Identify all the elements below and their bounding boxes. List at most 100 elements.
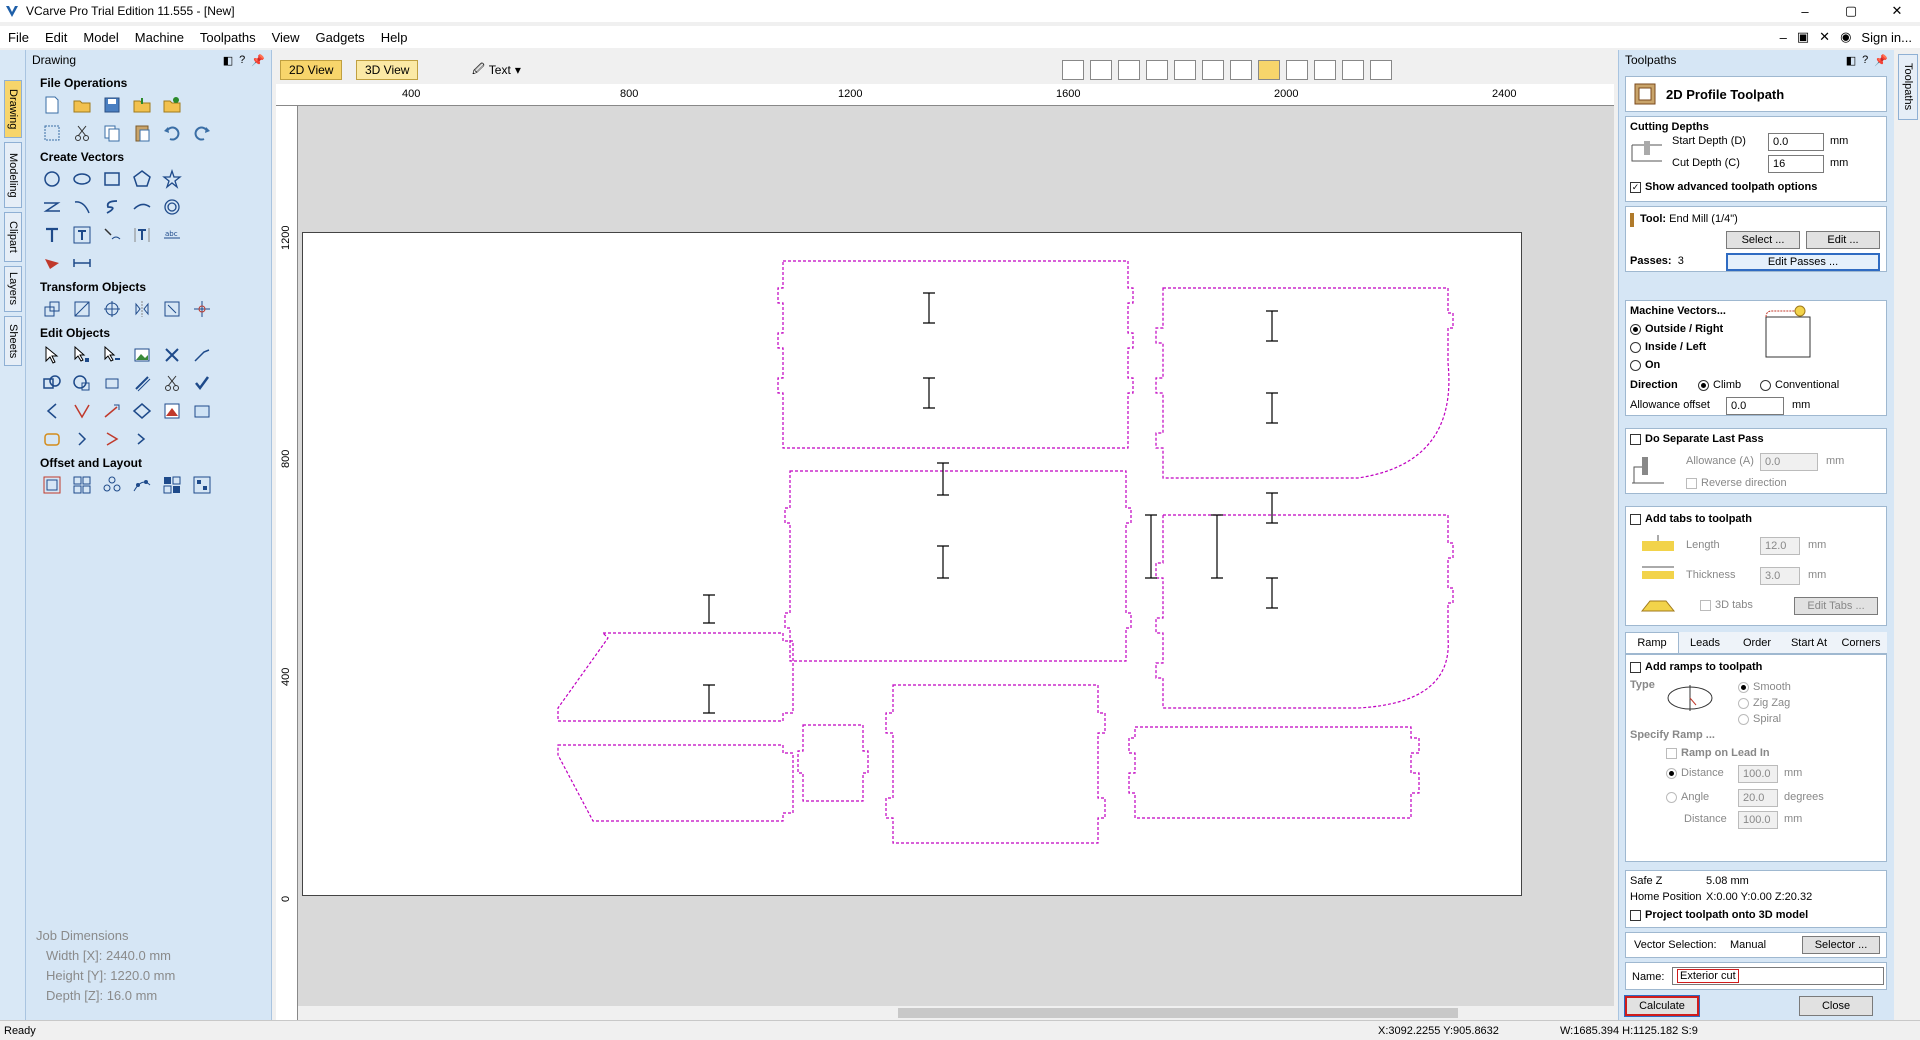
menu-toolpaths[interactable]: Toolpaths: [192, 30, 264, 45]
polyline-icon[interactable]: [40, 196, 64, 218]
menu-gadgets[interactable]: Gadgets: [308, 30, 373, 45]
show-advanced-checkbox[interactable]: ✓ Show advanced toolpath options: [1630, 181, 1817, 193]
tabs-3d-checkbox[interactable]: 3D tabs: [1700, 599, 1753, 611]
intersect-icon[interactable]: [100, 372, 124, 394]
tab-modeling[interactable]: Modeling: [4, 142, 22, 208]
bezier-icon[interactable]: [130, 196, 154, 218]
tab-length-input[interactable]: 12.0: [1760, 537, 1800, 555]
add-ramps-checkbox[interactable]: Add ramps to toolpath: [1630, 661, 1762, 673]
corner-icon[interactable]: [70, 400, 94, 422]
ramp-angle-input[interactable]: 20.0: [1738, 789, 1778, 807]
ellipse-icon[interactable]: [70, 168, 94, 190]
redo-icon[interactable]: [190, 122, 214, 144]
overlap-icon[interactable]: [130, 372, 154, 394]
collapse-icon[interactable]: ◧: [223, 54, 233, 67]
text-on-curve-icon[interactable]: [100, 224, 124, 246]
collapse-icon[interactable]: ◧: [1846, 54, 1856, 67]
new-file-icon[interactable]: [40, 94, 64, 116]
last-pass-allowance-input[interactable]: 0.0: [1760, 453, 1818, 471]
star-icon[interactable]: [160, 168, 184, 190]
import-icon[interactable]: [130, 94, 154, 116]
tab-3d-view[interactable]: 3D View: [356, 60, 419, 80]
save-icon[interactable]: [100, 94, 124, 116]
scissors-icon[interactable]: [160, 372, 184, 394]
drawing-canvas[interactable]: 400 800 1200 1600 2000 2400 1200 800 400…: [276, 84, 1614, 1020]
bitmap-trace-icon[interactable]: [160, 400, 184, 422]
on-radio[interactable]: On: [1630, 359, 1660, 371]
ramp-angle-radio[interactable]: Angle: [1666, 791, 1709, 803]
close-vectors-icon[interactable]: [40, 428, 64, 450]
image-edit-icon[interactable]: [130, 344, 154, 366]
allowance-offset-input[interactable]: 0.0: [1726, 397, 1784, 415]
cut-depth-input[interactable]: 16: [1768, 155, 1824, 173]
snap-icon[interactable]: [1258, 60, 1280, 80]
calculate-button[interactable]: Calculate: [1624, 995, 1700, 1017]
start-depth-input[interactable]: 0.0: [1768, 133, 1824, 151]
close-panel-button[interactable]: Close: [1799, 996, 1873, 1016]
zoom-box-icon[interactable]: [1090, 60, 1112, 80]
mirror-icon[interactable]: [130, 298, 154, 320]
ramp-on-lead-checkbox[interactable]: Ramp on Lead In: [1666, 747, 1770, 759]
reverse-direction-checkbox[interactable]: Reverse direction: [1686, 477, 1787, 489]
render-icon[interactable]: [1314, 60, 1336, 80]
node-edit-icon[interactable]: [70, 344, 94, 366]
edit-passes-button[interactable]: Edit Passes ...: [1726, 253, 1880, 271]
inside-left-radio[interactable]: Inside / Left: [1630, 341, 1706, 353]
ramp-distance-input[interactable]: 100.0: [1738, 765, 1778, 783]
tab-clipart[interactable]: Clipart: [4, 212, 22, 262]
pin-icon[interactable]: 📌: [1874, 54, 1888, 67]
climb-radio[interactable]: Climb: [1698, 379, 1741, 391]
tab-corners[interactable]: Corners: [1835, 632, 1887, 653]
menu-edit[interactable]: Edit: [37, 30, 75, 45]
tab-2d-view[interactable]: 2D View: [280, 60, 343, 80]
layer-icon[interactable]: [1286, 60, 1308, 80]
auto-layout-text-icon[interactable]: [130, 224, 154, 246]
toolpath-name-input[interactable]: Exterior cut: [1672, 967, 1884, 985]
tab-toolpaths[interactable]: Toolpaths: [1898, 54, 1918, 120]
menu-file[interactable]: File: [0, 30, 37, 45]
selector-button[interactable]: Selector ...: [1802, 936, 1880, 954]
job-setup-icon[interactable]: [40, 122, 64, 144]
zoom-in-icon[interactable]: [1174, 60, 1196, 80]
help-icon[interactable]: ?: [1862, 54, 1868, 67]
separate-last-pass-checkbox[interactable]: Do Separate Last Pass: [1630, 433, 1764, 445]
validate-icon[interactable]: [190, 372, 214, 394]
paste-icon[interactable]: [130, 122, 154, 144]
extend-icon[interactable]: [100, 400, 124, 422]
tile-view-icon[interactable]: [1370, 60, 1392, 80]
tab-ramp[interactable]: Ramp: [1625, 632, 1679, 653]
copy-along-icon[interactable]: [130, 474, 154, 496]
conventional-radio[interactable]: Conventional: [1760, 379, 1839, 391]
menu-machine[interactable]: Machine: [127, 30, 192, 45]
ramp-distance-radio[interactable]: Distance: [1666, 767, 1724, 779]
double-chevron-icon[interactable]: [130, 428, 154, 450]
undo-icon[interactable]: [160, 122, 184, 144]
help-icon[interactable]: ?: [239, 54, 245, 67]
transform-select-icon[interactable]: [100, 344, 124, 366]
edit-tabs-button[interactable]: Edit Tabs ...: [1794, 597, 1878, 615]
text-dropdown[interactable]: 🖉 Text ▾: [472, 60, 521, 80]
add-tabs-checkbox[interactable]: Add tabs to toolpath: [1630, 513, 1752, 525]
zoom-extents-icon[interactable]: [1062, 60, 1084, 80]
text-arc-icon[interactable]: abc: [160, 224, 184, 246]
grid-icon[interactable]: [1118, 60, 1140, 80]
arc-icon[interactable]: [70, 196, 94, 218]
move-icon[interactable]: [40, 298, 64, 320]
smooth-curve-icon[interactable]: [40, 400, 64, 422]
inner-restore-button[interactable]: ▣: [1797, 29, 1809, 45]
subtract-icon[interactable]: [70, 372, 94, 394]
cut-icon[interactable]: [70, 122, 94, 144]
auto-nest-icon[interactable]: [190, 474, 214, 496]
menu-model[interactable]: Model: [75, 30, 126, 45]
tangent-icon[interactable]: [100, 428, 124, 450]
zigzag-radio[interactable]: Zig Zag: [1738, 697, 1790, 709]
tab-order[interactable]: Order: [1731, 632, 1783, 653]
menu-view[interactable]: View: [264, 30, 308, 45]
scrollbar-thumb[interactable]: [898, 1008, 1458, 1018]
smooth-radio[interactable]: Smooth: [1738, 681, 1791, 693]
image-icon[interactable]: [190, 400, 214, 422]
text-icon[interactable]: [40, 224, 64, 246]
tab-leads[interactable]: Leads: [1679, 632, 1731, 653]
menu-help[interactable]: Help: [373, 30, 416, 45]
circle-icon[interactable]: [40, 168, 64, 190]
